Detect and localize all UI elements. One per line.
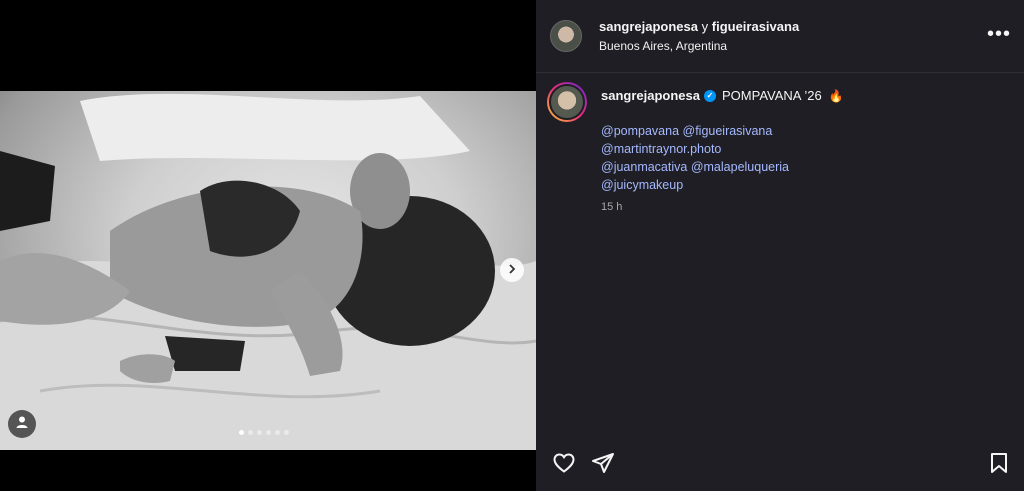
mention-line: @juanmacativa @malapeluqueria [601,158,789,176]
caption-mentions: @pompavana @figueirasivana @martintrayno… [601,122,789,194]
owner-line: sangrejaponesa y figueirasivana [599,19,799,34]
owner-avatar[interactable] [550,20,582,52]
caption-header: sangrejaponesa ✓ POMPAVANA ’26 🔥 [601,88,844,103]
mention-link[interactable]: @malapeluqueria [691,160,789,174]
like-button[interactable] [552,451,576,475]
carousel-dot [257,430,262,435]
next-slide-button[interactable] [500,258,524,282]
carousel-dot [266,430,271,435]
owner-username[interactable]: sangrejaponesa [599,19,698,34]
heart-icon [552,453,576,479]
mention-link[interactable]: @figueirasivana [683,124,773,138]
carousel-indicator [239,430,289,435]
photo-illustration [0,93,536,450]
caption-username[interactable]: sangrejaponesa [601,88,700,103]
owner-separator: y [701,19,709,34]
mention-line: @pompavana @figueirasivana [601,122,789,140]
chevron-right-icon [507,261,517,279]
user-icon [15,415,29,434]
action-bar [536,445,1024,481]
carousel-dot [275,430,280,435]
mention-link[interactable]: @juanmacativa [601,160,687,174]
post-media [0,0,536,491]
collaborator-username[interactable]: figueirasivana [712,19,799,34]
verified-badge-icon: ✓ [704,89,716,102]
send-icon [591,453,615,479]
post-header: sangrejaponesa y figueirasivana Buenos A… [536,0,1024,73]
caption-text: POMPAVANA ’26 [722,88,822,103]
carousel-dot [284,430,289,435]
save-button[interactable] [987,451,1011,475]
fire-emoji: 🔥 [828,88,844,103]
mention-link[interactable]: @martintraynor.photo [601,142,721,156]
tagged-users-button[interactable] [8,410,36,438]
carousel-dot [248,430,253,435]
post-location[interactable]: Buenos Aires, Argentina [599,39,727,53]
more-options-button[interactable]: ••• [987,24,1011,44]
mention-link[interactable]: @pompavana [601,124,679,138]
post-side-panel: sangrejaponesa y figueirasivana Buenos A… [536,0,1024,491]
mention-line: @juicymakeup [601,176,789,194]
carousel-dot [239,430,244,435]
post-photo[interactable] [0,91,536,450]
mention-link[interactable]: @juicymakeup [601,178,683,192]
mention-line: @martintraynor.photo [601,140,789,158]
bookmark-icon [987,453,1011,479]
post-timestamp[interactable]: 15 h [601,201,622,213]
share-button[interactable] [591,451,615,475]
caption-avatar[interactable] [547,82,587,122]
